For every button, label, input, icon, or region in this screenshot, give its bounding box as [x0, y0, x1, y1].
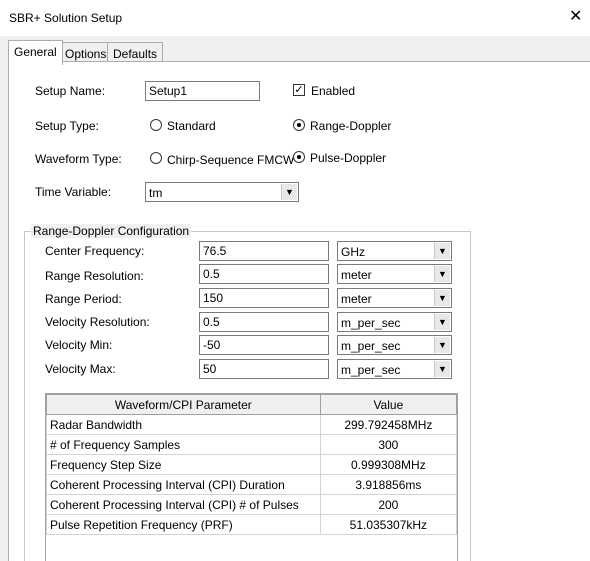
table-row[interactable]: Radar Bandwidth 299.792458MHz	[46, 414, 458, 435]
range-resolution-unit-select[interactable]: meter ▼	[337, 264, 452, 284]
enabled-checkbox[interactable]: ✓	[293, 84, 305, 96]
window-title: SBR+ Solution Setup	[9, 11, 123, 25]
title-bar: SBR+ Solution Setup ✕	[0, 0, 590, 36]
range-period-input[interactable]: 150	[199, 288, 329, 308]
tab-label: Options	[65, 47, 107, 61]
time-variable-label: Time Variable:	[35, 185, 112, 199]
check-icon: ✓	[294, 84, 304, 96]
range-period-label: Range Period:	[45, 292, 122, 306]
dialog-body: General Options Defaults Setup Name: Set…	[0, 36, 590, 561]
setup-type-range-doppler-label: Range-Doppler	[310, 119, 392, 133]
chevron-down-icon[interactable]: ▼	[434, 361, 450, 377]
setup-type-standard-radio[interactable]	[150, 119, 162, 131]
parameter-name-cell: Frequency Step Size	[46, 454, 321, 475]
center-frequency-unit-select[interactable]: GHz ▼	[337, 241, 452, 261]
velocity-resolution-label: Velocity Resolution:	[45, 315, 150, 329]
setup-name-label: Setup Name:	[35, 84, 106, 98]
setup-type-range-doppler-radio[interactable]	[293, 119, 305, 131]
chevron-down-icon[interactable]: ▼	[434, 337, 450, 353]
waveform-parameter-grid: Waveform/CPI Parameter Value Radar Bandw…	[45, 393, 458, 561]
time-variable-select[interactable]: tm ▼	[145, 182, 299, 202]
waveform-type-chirp-radio[interactable]	[150, 152, 162, 164]
velocity-min-label: Velocity Min:	[45, 338, 113, 352]
tab-general[interactable]: General	[8, 40, 63, 65]
enabled-label: Enabled	[311, 84, 356, 98]
parameter-value-cell: 51.035307kHz	[319, 514, 458, 535]
waveform-type-chirp-label: Chirp-Sequence FMCW	[167, 153, 295, 167]
table-row[interactable]: Coherent Processing Interval (CPI) Durat…	[46, 474, 458, 495]
range-resolution-label: Range Resolution:	[45, 269, 144, 283]
waveform-type-label: Waveform Type:	[35, 152, 122, 166]
velocity-resolution-unit-select[interactable]: m_per_sec ▼	[337, 312, 452, 332]
range-resolution-input[interactable]: 0.5	[199, 264, 329, 284]
chevron-down-icon[interactable]: ▼	[434, 266, 450, 282]
waveform-type-pulse-doppler-label: Pulse-Doppler	[310, 151, 387, 165]
velocity-resolution-unit: m_per_sec	[341, 316, 401, 330]
parameter-name-cell: Pulse Repetition Frequency (PRF)	[46, 514, 321, 535]
time-variable-value: tm	[149, 186, 163, 200]
velocity-resolution-input[interactable]: 0.5	[199, 312, 329, 332]
center-frequency-unit: GHz	[341, 245, 365, 259]
table-row[interactable]: # of Frequency Samples 300	[46, 434, 458, 455]
grid-header-row: Waveform/CPI Parameter Value	[46, 394, 458, 415]
parameter-value-cell: 299.792458MHz	[319, 414, 458, 435]
column-header-value[interactable]: Value	[319, 394, 458, 415]
velocity-max-unit-select[interactable]: m_per_sec ▼	[337, 359, 452, 379]
velocity-max-label: Velocity Max:	[45, 362, 116, 376]
center-frequency-label: Center Frequency:	[45, 244, 145, 258]
chevron-down-icon[interactable]: ▼	[434, 290, 450, 306]
close-icon[interactable]: ✕	[569, 8, 582, 26]
velocity-min-unit: m_per_sec	[341, 339, 401, 353]
tab-label: Defaults	[113, 47, 158, 61]
velocity-max-input[interactable]: 50	[199, 359, 329, 379]
parameter-name-cell: Coherent Processing Interval (CPI) Durat…	[46, 474, 321, 495]
parameter-name-cell: Coherent Processing Interval (CPI) # of …	[46, 494, 321, 515]
velocity-max-unit: m_per_sec	[341, 363, 401, 377]
chevron-down-icon[interactable]: ▼	[281, 184, 297, 200]
table-row[interactable]: Coherent Processing Interval (CPI) # of …	[46, 494, 458, 515]
chevron-down-icon[interactable]: ▼	[434, 243, 450, 259]
parameter-value-cell: 0.999308MHz	[319, 454, 458, 475]
setup-type-standard-label: Standard	[167, 119, 216, 133]
parameter-name-cell: Radar Bandwidth	[46, 414, 321, 435]
velocity-min-input[interactable]: -50	[199, 335, 329, 355]
velocity-min-unit-select[interactable]: m_per_sec ▼	[337, 335, 452, 355]
parameter-value-cell: 3.918856ms	[319, 474, 458, 495]
chevron-down-icon[interactable]: ▼	[434, 314, 450, 330]
table-row[interactable]: Frequency Step Size 0.999308MHz	[46, 454, 458, 475]
range-period-unit-select[interactable]: meter ▼	[337, 288, 452, 308]
waveform-type-pulse-doppler-radio[interactable]	[293, 151, 305, 163]
parameter-value-cell: 300	[319, 434, 458, 455]
table-row[interactable]: Pulse Repetition Frequency (PRF) 51.0353…	[46, 514, 458, 535]
range-period-unit: meter	[341, 292, 372, 306]
column-header-parameter[interactable]: Waveform/CPI Parameter	[46, 394, 321, 415]
range-resolution-unit: meter	[341, 268, 372, 282]
tab-label: General	[14, 45, 57, 59]
setup-type-label: Setup Type:	[35, 119, 99, 133]
center-frequency-input[interactable]: 76.5	[199, 241, 329, 261]
setup-name-input[interactable]: Setup1	[145, 81, 260, 101]
range-doppler-group-label: Range-Doppler Configuration	[31, 224, 192, 238]
parameter-name-cell: # of Frequency Samples	[46, 434, 321, 455]
parameter-value-cell: 200	[319, 494, 458, 515]
